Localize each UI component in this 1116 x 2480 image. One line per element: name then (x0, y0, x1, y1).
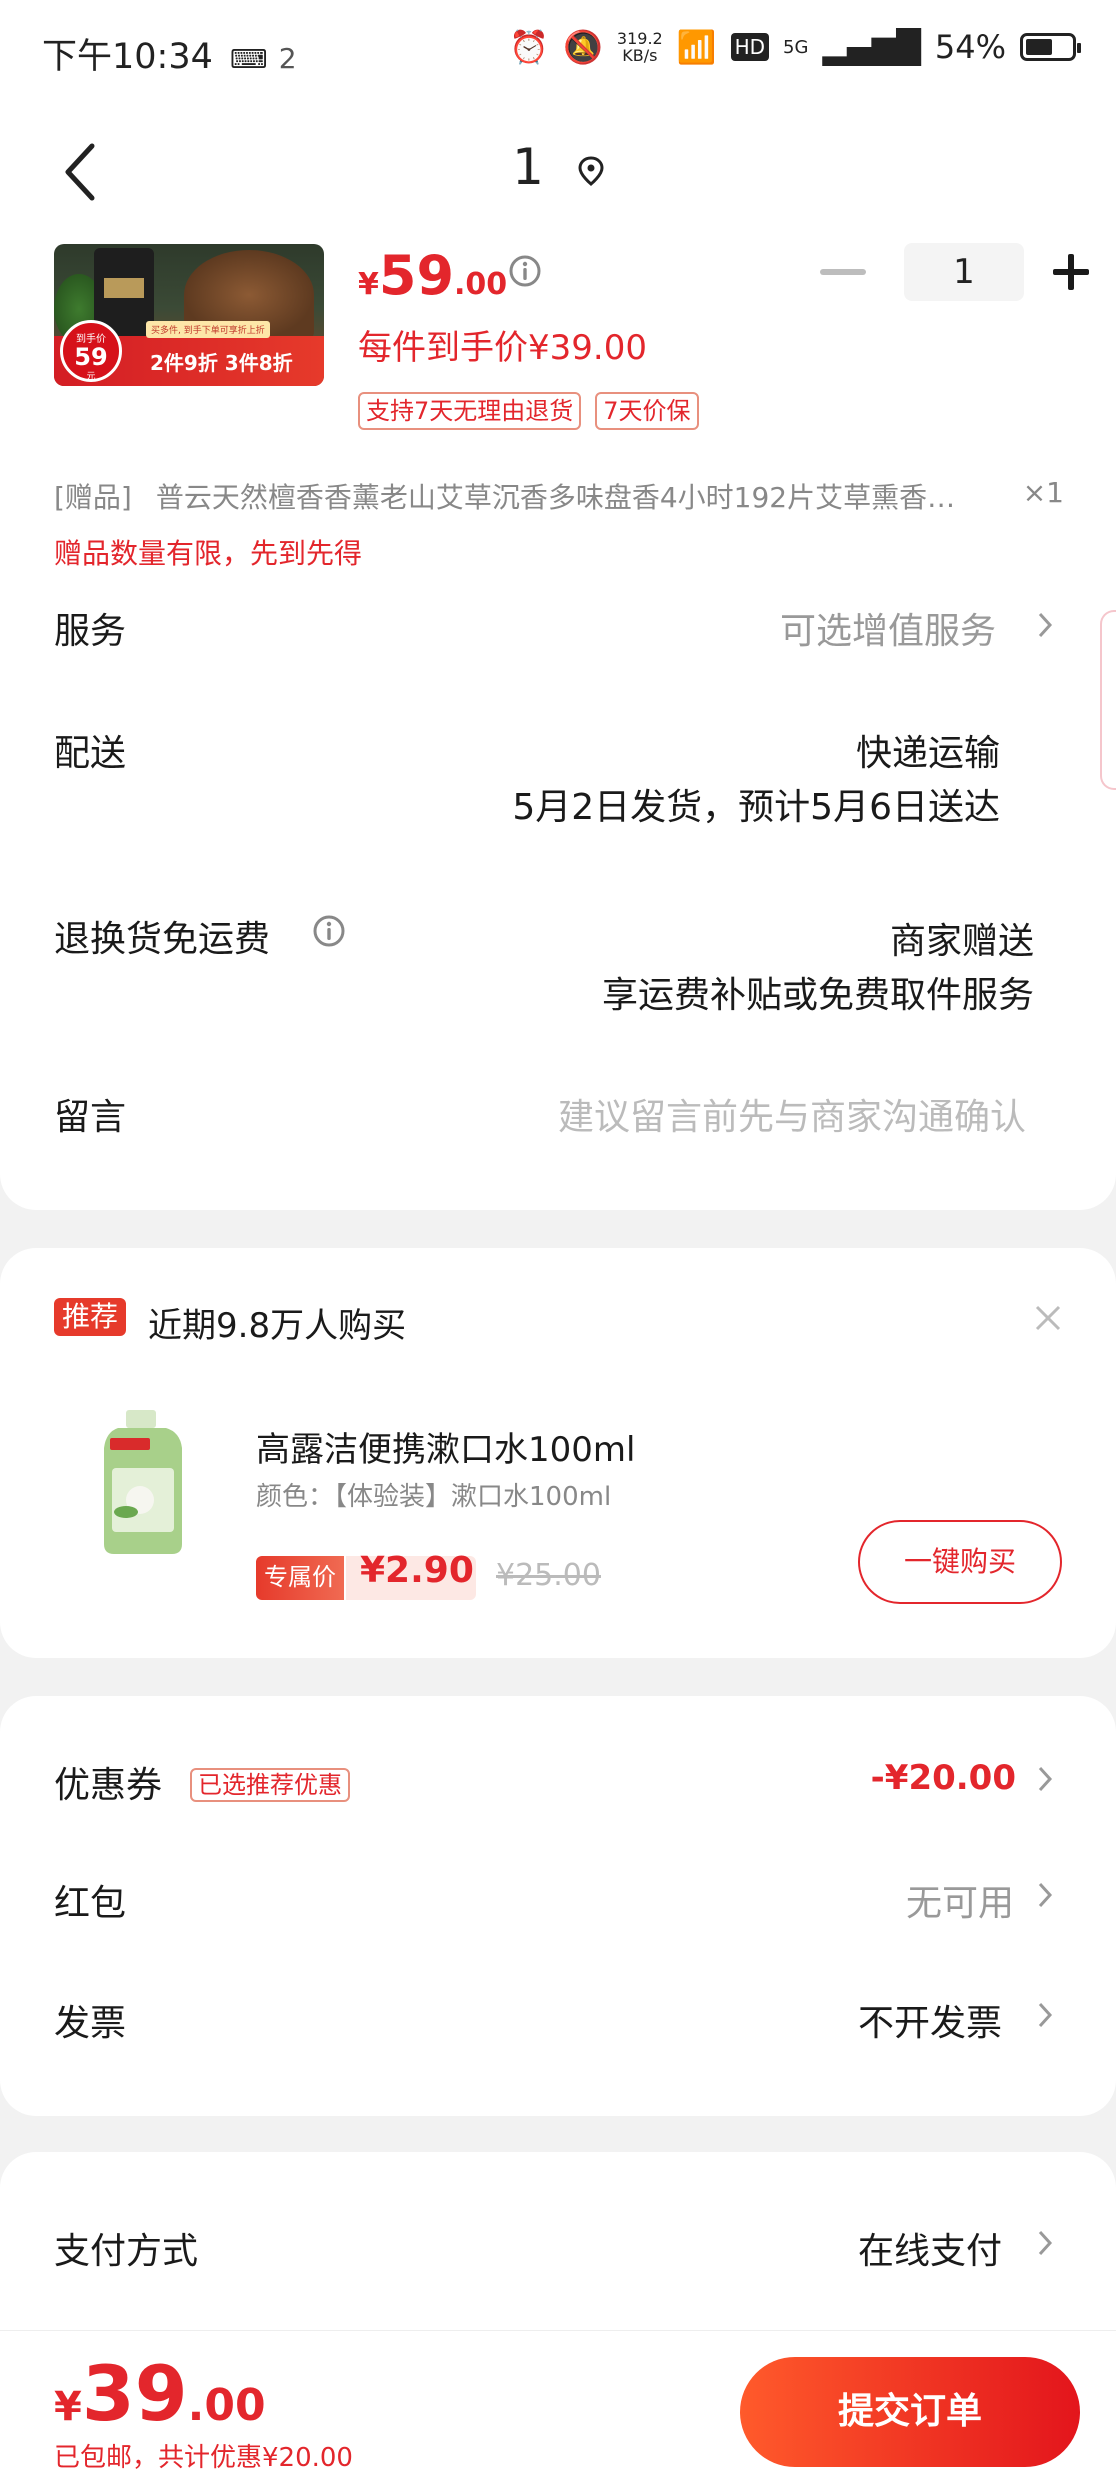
shipping-discount-note: 已包邮，共计优惠¥20.00 (54, 2443, 353, 2473)
status-bar: 下午10:34 ⌨ 2 ⏰ 🔕 319.2 KB/s 📶 HD 5G ▂▄▆█ … (0, 0, 1116, 100)
chevron-right-icon (1038, 2230, 1053, 2256)
payment-value[interactable]: 在线支付 (858, 2222, 1002, 2274)
unit-price: 每件到手价¥39.00 (358, 328, 647, 368)
invoice-label: 发票 (54, 2003, 127, 2044)
recommend-price: ¥2.90 (360, 1550, 474, 1591)
gift-tag: [赠品] (54, 481, 132, 514)
image-price-value: 59 (74, 343, 108, 371)
notification-count: 2 (278, 42, 297, 75)
image-price-bubble: 到手价 59 元 (60, 320, 122, 382)
mute-icon: 🔕 (563, 28, 603, 66)
gift-qty: ×1 (1022, 476, 1064, 509)
chevron-right-icon (1038, 1766, 1053, 1792)
tag-return: 支持7天无理由退货 (358, 392, 582, 430)
recommend-product-name[interactable]: 高露洁便携漱口水100ml (256, 1422, 635, 1471)
price-integer: 59 (378, 244, 455, 307)
red-packet-label: 红包 (54, 1883, 127, 1924)
clock-text: 下午10:34 (42, 37, 213, 77)
submit-order-button[interactable]: 提交订单 (740, 2357, 1080, 2467)
recommend-card: 推荐 近期9.8万人购买 高露洁便携漱口水100ml 颜色：【体验装】漱口水10… (0, 1248, 1116, 1658)
net-speed-unit: KB/s (622, 46, 658, 65)
product-price: ¥59.00 (358, 244, 507, 307)
price-currency: ¥ (358, 267, 379, 302)
coupon-recommend-tag: 已选推荐优惠 (190, 1768, 350, 1802)
wifi-icon: 📶 (676, 28, 717, 66)
coupon-value[interactable]: -¥20.00 (871, 1758, 1016, 1798)
hd-badge: HD (730, 33, 770, 61)
chevron-right-icon (1038, 1882, 1053, 1908)
side-float-tab[interactable] (1100, 610, 1116, 790)
gift-note: 赠品数量有限，先到先得 (54, 537, 363, 570)
recommend-product-spec: 颜色：【体验装】漱口水100ml (256, 1482, 612, 1512)
network-type: 5G (783, 36, 809, 58)
total-price: ¥39.00 (54, 2349, 266, 2438)
decrease-button[interactable] (820, 269, 866, 275)
signal-icon: ▂▄▆█ (822, 28, 921, 66)
battery-percent: 54% (934, 28, 1006, 66)
battery-icon (1020, 33, 1081, 61)
delivery-method: 快递运输 (855, 733, 1000, 774)
gift-name: 普云天然檀香香薰老山艾草沉香多味盘香4小时192片艾草熏香… (155, 481, 956, 514)
tag-price-protect: 7天价保 (595, 392, 699, 430)
service-label: 服务 (54, 611, 127, 652)
invoice-value[interactable]: 不开发票 (858, 1994, 1002, 2046)
recommend-title: 近期9.8万人购买 (148, 1306, 407, 1346)
product-tags: 支持7天无理由退货 7天价保 (358, 392, 699, 430)
status-time: 下午10:34 ⌨ 2 (42, 28, 297, 79)
one-click-buy-button[interactable]: 一键购买 (858, 1520, 1062, 1604)
delivery-eta: 5月2日发货，预计5月6日送达 (512, 787, 1000, 828)
image-tip: 买多件, 到手下单可享折上折 (146, 321, 270, 338)
recommend-old-price: ¥25.00 (496, 1558, 601, 1593)
gift-row[interactable]: [赠品] 普云天然檀香香薰老山艾草沉香多味盘香4小时192片艾草熏香… ×1 (54, 476, 1064, 516)
exclusive-price-label: 专属价 (256, 1556, 344, 1600)
net-speed: 319.2 KB/s (617, 30, 663, 64)
total-integer: 39 (81, 2349, 188, 2438)
increase-button[interactable] (1046, 247, 1096, 297)
recommend-badge: 推荐 (54, 1298, 127, 1336)
image-price-unit: 元 (86, 372, 96, 382)
location-pin-icon (578, 155, 604, 186)
alarm-icon: ⏰ (509, 28, 550, 66)
service-value[interactable]: 可选增值服务 (780, 602, 996, 654)
mouthwash-product-image[interactable] (88, 1408, 198, 1558)
order-detail-card: 买多件, 到手下单可享折上折 到手价 59 元 2件9折 3件8折 ¥59.00… (0, 240, 1116, 1210)
status-icons: ⏰ 🔕 319.2 KB/s 📶 HD 5G ▂▄▆█ 54% (509, 28, 1081, 66)
discount-card: 优惠券 已选推荐优惠 -¥20.00 红包 无可用 发票 不开发票 (0, 1696, 1116, 2116)
return-fee-detail: 享运费补贴或免费取件服务 (601, 975, 1034, 1016)
return-fee-value: 商家赠送 (889, 921, 1034, 962)
total-decimal: .00 (187, 2380, 266, 2431)
product-image[interactable]: 买多件, 到手下单可享折上折 到手价 59 元 2件9折 3件8折 (54, 244, 324, 386)
address-title[interactable]: 1 (0, 138, 1116, 196)
payment-card: 支付方式 在线支付 (0, 2152, 1116, 2352)
checkout-bar: ¥39.00 已包邮，共计优惠¥20.00 提交订单 (0, 2330, 1116, 2480)
message-label: 留言 (54, 1097, 127, 1138)
total-currency: ¥ (54, 2384, 82, 2430)
message-input[interactable]: 建议留言前先与商家沟通确认 (558, 1088, 1026, 1140)
chevron-right-icon (1038, 2002, 1053, 2028)
red-packet-value[interactable]: 无可用 (906, 1874, 1014, 1926)
delivery-label: 配送 (54, 733, 127, 774)
close-icon[interactable] (1034, 1304, 1062, 1332)
image-promo-text: 2件9折 3件8折 (150, 351, 293, 375)
return-info-icon[interactable] (312, 914, 346, 948)
coupon-label: 优惠券 (54, 1765, 163, 1806)
payment-label: 支付方式 (54, 2231, 199, 2272)
quantity-input[interactable]: 1 (904, 243, 1024, 301)
return-fee-label: 退换货免运费 (54, 919, 271, 960)
address-text: 1 (512, 138, 544, 196)
message-icon: ⌨ (230, 45, 268, 75)
price-info-icon[interactable] (508, 254, 542, 288)
chevron-right-icon (1038, 612, 1053, 638)
header: 1 (0, 100, 1116, 240)
price-decimal: .00 (454, 267, 508, 302)
quantity-stepper: 1 (820, 243, 1096, 301)
